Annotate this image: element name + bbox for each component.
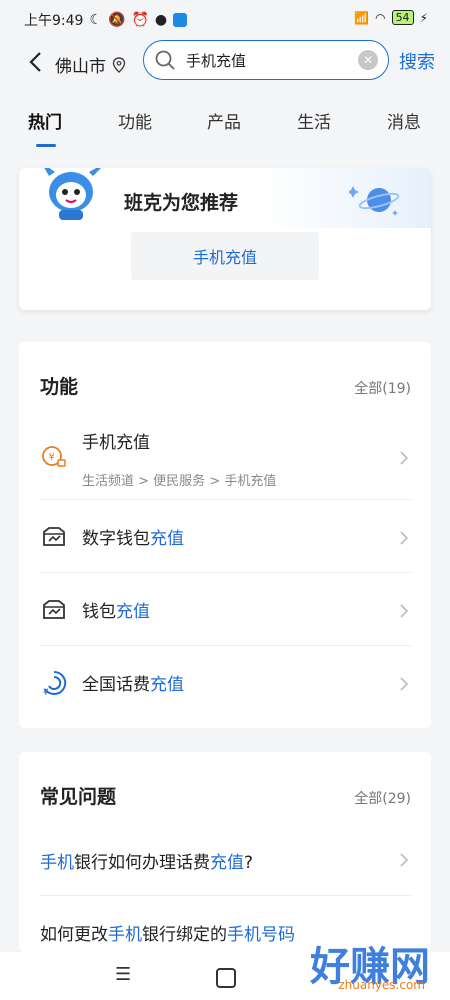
- app-notification-icon: [173, 13, 188, 27]
- status-time: 上午9:49: [24, 13, 84, 29]
- wallet-icon: [43, 527, 65, 546]
- faq-all-link[interactable]: 全部(29): [354, 788, 411, 808]
- back-arrow-icon[interactable]: [22, 48, 50, 76]
- tab-messages[interactable]: 消息: [387, 108, 421, 133]
- svg-text:¥: ¥: [49, 452, 55, 463]
- wallet-icon: [43, 600, 65, 619]
- menu-icon[interactable]: ☰: [115, 964, 131, 985]
- search-box[interactable]: ✕: [143, 40, 389, 80]
- alarm-icon: ⏰: [131, 12, 149, 28]
- search-input[interactable]: [184, 50, 348, 70]
- tab-life[interactable]: 生活: [297, 108, 331, 133]
- search-button[interactable]: 搜索: [399, 48, 435, 74]
- function-row-digital-wallet-recharge[interactable]: 数字钱包充值: [40, 522, 411, 552]
- mute-bell-icon: 🔕: [108, 12, 126, 28]
- wifi-icon: ◠: [375, 10, 386, 25]
- clear-icon[interactable]: ✕: [358, 50, 378, 70]
- function-label-wallet-recharge: 钱包充值: [82, 602, 150, 622]
- dot-icon: ●: [154, 12, 168, 28]
- faq-title: 常见问题: [40, 786, 117, 808]
- city-selector[interactable]: 佛山市: [55, 52, 126, 77]
- function-label-national-phone-bill-recharge: 全国话费充值: [82, 675, 184, 695]
- functions-card: 功能 全部(19) ¥ 手机充值 生活频道 > 便民服务 > 手机充值 数字钱包…: [19, 342, 431, 728]
- faq-item[interactable]: 如何更改手机银行绑定的手机号码: [40, 920, 295, 945]
- faq-card: 常见问题 全部(29) 手机银行如何办理话费充值? 如何更改手机银行绑定的手机号…: [19, 752, 431, 952]
- tab-functions[interactable]: 功能: [118, 108, 152, 133]
- divider: [40, 645, 411, 646]
- planet-icon: [349, 186, 400, 216]
- mascot-icon: [44, 168, 101, 220]
- home-icon[interactable]: [216, 968, 236, 988]
- charging-icon: ⚡: [419, 10, 428, 25]
- phone-bill-icon: ¥: [43, 670, 67, 697]
- functions-all-link[interactable]: 全部(19): [354, 378, 411, 398]
- tab-active-indicator: [36, 144, 56, 147]
- recommend-chip-mobile-recharge[interactable]: 手机充值: [131, 232, 319, 280]
- moon-icon: ☾: [89, 12, 103, 28]
- chevron-right-icon: [400, 604, 409, 618]
- function-label-digital-wallet-recharge: 数字钱包充值: [82, 529, 184, 549]
- chevron-right-icon: [400, 451, 409, 465]
- divider: [40, 499, 411, 500]
- divider: [40, 572, 411, 573]
- search-header: 佛山市 ✕ 搜索: [0, 40, 450, 86]
- battery-icon: 54: [391, 10, 414, 25]
- functions-title: 功能: [40, 376, 79, 398]
- search-icon: [155, 50, 175, 70]
- faq-item[interactable]: 手机银行如何办理话费充值?: [40, 848, 411, 873]
- location-pin-icon: [112, 56, 126, 73]
- function-row-mobile-recharge[interactable]: ¥ 手机充值 生活频道 > 便民服务 > 手机充值: [40, 428, 411, 498]
- recommend-card: 班克为您推荐 手机充值: [19, 168, 431, 310]
- recommend-card-background: [261, 168, 431, 228]
- tab-bar: 热门 功能 产品 生活 消息: [0, 92, 450, 148]
- function-path: 生活频道 > 便民服务 > 手机充值: [82, 474, 277, 489]
- chevron-right-icon: [400, 853, 409, 867]
- watermark-url: zhuanyes.com: [338, 978, 425, 992]
- city-label: 佛山市: [55, 57, 106, 77]
- tab-hot[interactable]: 热门: [28, 108, 62, 133]
- status-bar: 上午9:49 ☾ 🔕 ⏰ ● 📶 ◠ 54 ⚡: [0, 0, 450, 40]
- function-label-mobile-recharge: 手机充值: [82, 433, 150, 453]
- chevron-right-icon: [400, 677, 409, 691]
- function-row-wallet-recharge[interactable]: 钱包充值: [40, 595, 411, 625]
- signal-icon: 📶: [354, 10, 370, 25]
- tab-products[interactable]: 产品: [207, 108, 241, 133]
- yen-tag-icon: ¥: [42, 446, 66, 467]
- divider: [40, 895, 411, 896]
- function-row-national-phone-bill-recharge[interactable]: ¥ 全国话费充值: [40, 668, 411, 698]
- system-nav-bar: ☰ 好赚网 zhuanyes.com: [0, 944, 450, 1000]
- recommend-title: 班克为您推荐: [124, 192, 239, 214]
- svg-text:¥: ¥: [43, 688, 49, 697]
- chevron-right-icon: [400, 531, 409, 545]
